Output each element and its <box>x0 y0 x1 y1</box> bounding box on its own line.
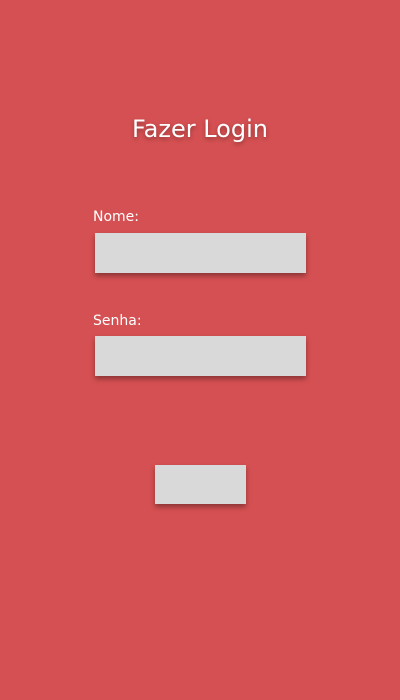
password-label: Senha: <box>93 313 142 329</box>
login-button[interactable] <box>155 465 246 504</box>
page-title: Fazer Login <box>132 115 268 143</box>
password-input[interactable] <box>95 336 306 376</box>
name-label: Nome: <box>93 209 140 225</box>
name-input[interactable] <box>95 233 306 273</box>
login-screen: Fazer Login Nome: Senha: <box>0 0 400 700</box>
